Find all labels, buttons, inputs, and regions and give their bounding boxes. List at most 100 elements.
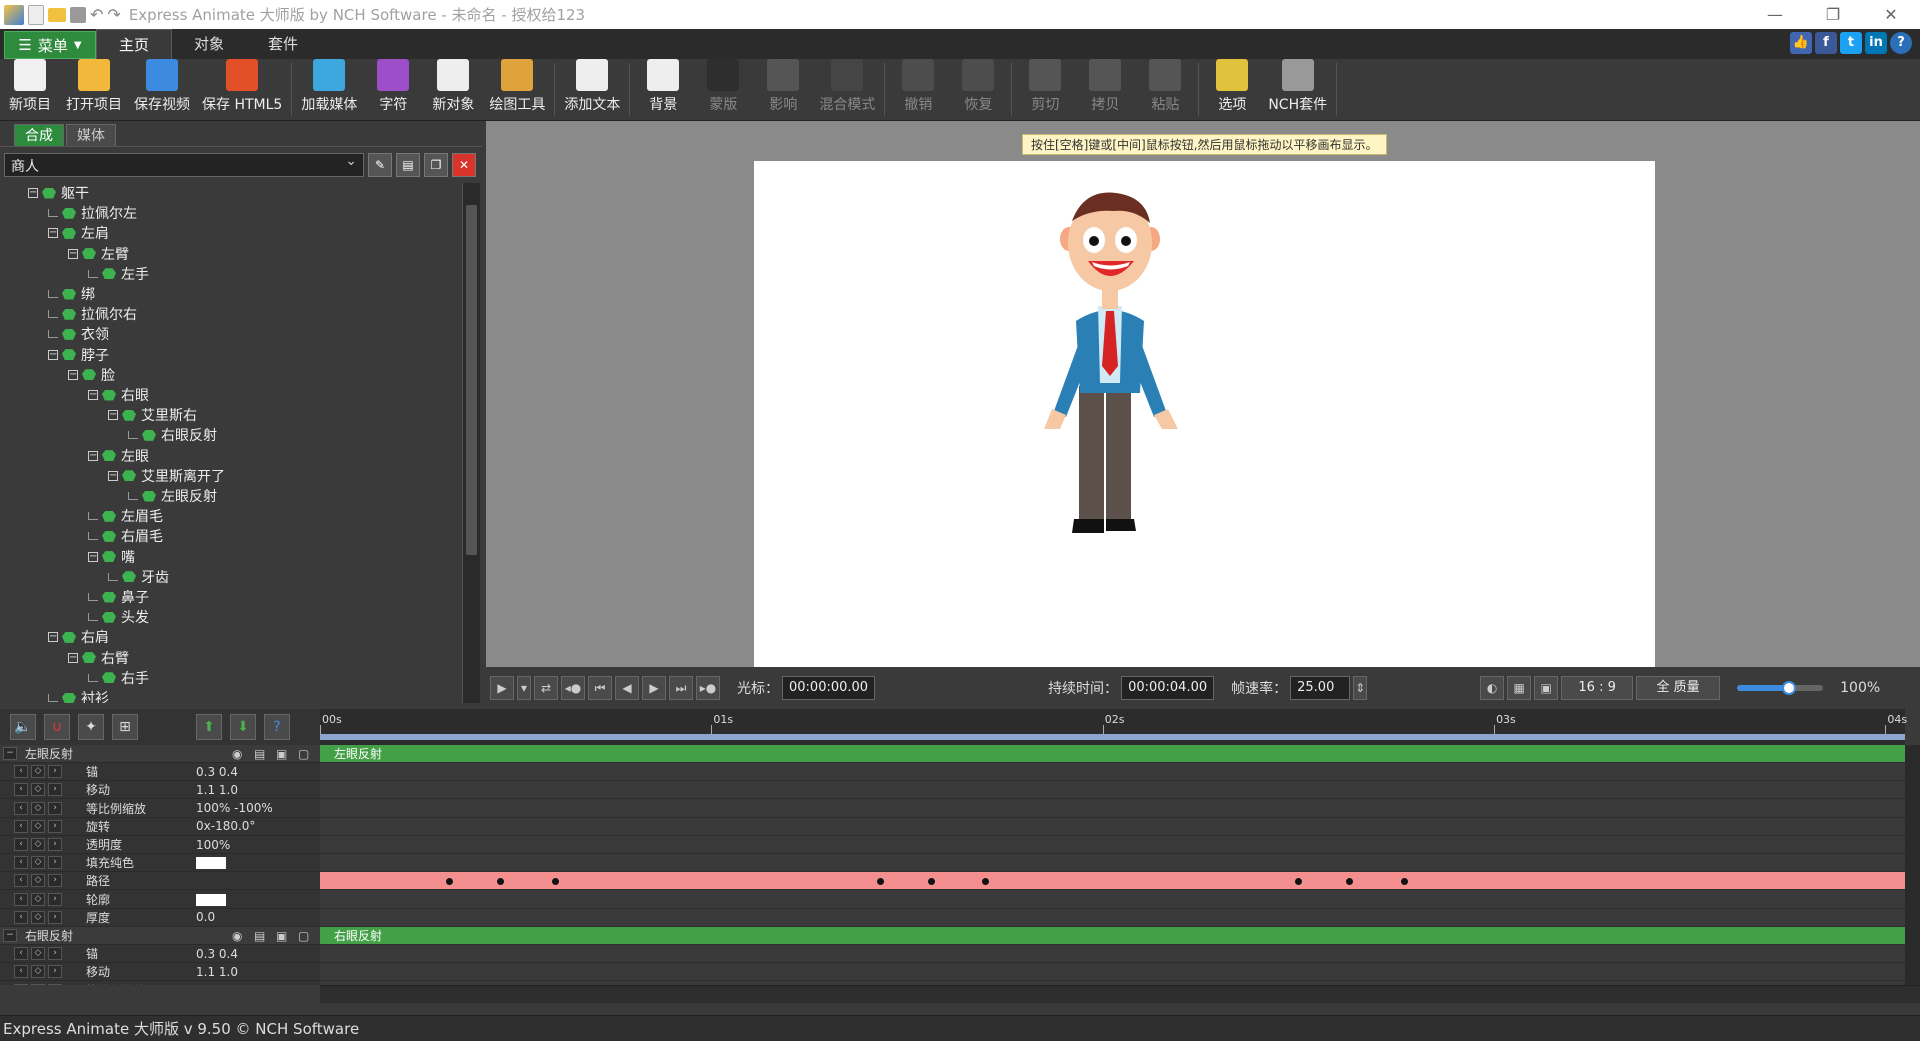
property-row[interactable]: ‹ ◇ › 移动 1.1 1.0 [0,781,320,800]
prev-keyframe-icon[interactable]: ‹ [14,856,28,870]
property-value[interactable]: 0.0 [196,910,215,924]
tree-node[interactable]: 鼻子 [88,587,149,607]
add-keyframe-icon[interactable]: ◇ [31,819,45,833]
next-keyframe-icon[interactable]: › [48,856,62,870]
property-row[interactable]: ‹ ◇ › 旋转 0x-180.0° [0,818,320,836]
add-keyframe-icon[interactable]: ◇ [31,910,45,924]
layers-icon[interactable]: ▤ [254,929,265,943]
tree-node[interactable]: − 艾里斯右 [108,405,197,425]
facebook-icon[interactable]: f [1815,32,1837,54]
collapse-icon[interactable]: − [68,369,78,380]
safe-area-icon[interactable]: ▣ [1534,676,1559,700]
add-keyframe-icon[interactable]: ⊞ [112,714,138,740]
redo-icon[interactable]: ↷ [107,5,120,24]
tree-node[interactable]: 左眼反射 [128,486,217,506]
property-value[interactable]: 100% [196,838,230,852]
collapse-icon[interactable]: − [48,228,58,239]
property-track[interactable] [320,963,1905,982]
collapse-icon[interactable]: − [48,632,58,643]
tree-node[interactable]: 右眼反射 [128,425,217,445]
prev-keyframe-icon[interactable]: ‹ [14,783,28,797]
next-keyframe-icon[interactable]: › [48,947,62,961]
property-row[interactable]: ‹◇› 等比例缩放 100.0% 100.0% [0,982,320,985]
linkedin-icon[interactable]: in [1865,32,1887,54]
property-value[interactable]: 1.1 1.0 [196,783,238,797]
ribbon-button-cut[interactable]: 剪切 [1015,59,1075,120]
add-keyframe-icon[interactable]: ◇ [31,838,45,851]
timeline-range-bar[interactable] [320,734,1905,740]
tree-node[interactable]: − 右臂 [68,648,129,668]
loop-button[interactable]: ⇄ [534,676,558,700]
ribbon-button-effects[interactable]: 影响 [753,59,813,120]
lock-icon[interactable]: ▣ [276,929,287,943]
tree-node[interactable]: 左手 [88,264,149,284]
businessman-character[interactable] [754,161,1655,667]
tree-node[interactable]: 拉佩尔右 [48,304,137,324]
add-keyframe-icon[interactable]: ◇ [31,765,45,779]
ribbon-button-mask[interactable]: 蒙版 [693,59,753,120]
property-row[interactable]: ‹ ◇ › 锚 0.3 0.4 [0,945,320,964]
property-track[interactable] [320,854,1905,873]
next-keyframe-icon[interactable]: › [48,983,62,985]
keyframe-marker[interactable] [1401,878,1409,886]
layer-header[interactable]: − 左眼反射 ◉ ▤ ▣ ▢ [0,745,320,763]
tree-node[interactable]: 左眉毛 [88,506,163,526]
duration-field[interactable]: 00:00:04.00 [1121,676,1215,700]
edit-tool-icon[interactable]: ✎ [368,153,392,177]
move-down-icon[interactable]: ⬇ [230,714,256,740]
play-button[interactable]: ▶ [490,676,514,700]
preview-zoom-slider[interactable] [1737,681,1824,695]
timeline-ruler[interactable]: 00s 01s 02s 03s 04s [320,709,1907,745]
grid-icon[interactable]: ▦ [1507,676,1532,700]
prev-keyframe-icon[interactable]: ‹ [14,801,28,815]
new-file-icon[interactable] [28,4,44,25]
ribbon-button-html5[interactable]: 保存 HTML5 [196,59,288,120]
property-track[interactable] [320,800,1905,818]
ribbon-button-character[interactable]: 字符 [363,59,423,120]
keyframe-marker[interactable] [551,878,559,886]
keyframe-marker[interactable] [497,878,505,886]
prev-keyframe-icon[interactable]: ‹ [14,983,28,985]
prev-keyframe-icon[interactable]: ‹ [14,765,28,779]
tree-node[interactable]: − 左眼 [88,446,149,466]
next-keyframe-icon[interactable]: › [48,819,62,833]
magnet-icon[interactable]: ∪ [44,714,70,740]
tab-media[interactable]: 媒体 [66,124,116,146]
property-row[interactable]: ‹ ◇ › 等比例缩放 100% -100% [0,800,320,818]
tree-node[interactable]: 右眉毛 [88,526,163,546]
property-value[interactable]: 100% -100% [196,801,273,815]
ribbon-button-drawing-tools[interactable]: 绘图工具 [483,59,551,120]
tree-node[interactable]: 头发 [88,607,149,627]
prev-keyframe-icon[interactable]: ‹ [14,874,28,888]
layers-icon[interactable]: ▤ [254,747,265,761]
layer-track-bar[interactable]: 左眼反射 [320,745,1905,763]
lock-icon[interactable]: ▣ [276,747,287,761]
next-keyframe-icon[interactable]: › [48,838,62,851]
prev-keyframe-icon[interactable]: ‹ [14,947,28,961]
timeline-vertical-scrollbar[interactable] [1905,745,1920,985]
onion-skin-icon[interactable]: ◐ [1480,676,1505,700]
property-track[interactable] [320,909,1905,927]
timeline-tracks[interactable]: 左眼反射 右眼反射 [320,745,1905,985]
prev-keyframe-icon[interactable]: ‹ [14,892,28,906]
property-track[interactable] [320,945,1905,964]
tree-node[interactable]: − 左肩 [48,223,109,243]
audio-icon[interactable]: 🔈 [10,714,36,740]
next-keyframe-icon[interactable]: › [48,783,62,797]
keyframe-marker[interactable] [876,878,884,886]
ribbon-button-new-project[interactable]: 新项目 [0,59,60,120]
cursor-time-field[interactable]: 00:00:00.00 [782,676,876,700]
property-value[interactable]: 0.3 0.4 [196,765,238,779]
like-icon[interactable]: 👍 [1790,32,1812,54]
ribbon-button-blend-mode[interactable]: 混合模式 [813,59,881,120]
new-doc-icon[interactable]: ▤ [396,153,420,177]
property-track[interactable] [320,818,1905,836]
tree-node[interactable]: − 右肩 [48,627,109,647]
tree-node[interactable]: − 脸 [68,365,115,385]
timeline-help-icon[interactable]: ? [264,714,290,740]
color-swatch[interactable] [196,857,226,870]
tree-node[interactable]: − 嘴 [88,547,135,567]
add-keyframe-icon[interactable]: ◇ [31,856,45,870]
add-keyframe-icon[interactable]: ◇ [31,965,45,979]
collapse-icon[interactable]: − [3,747,17,760]
